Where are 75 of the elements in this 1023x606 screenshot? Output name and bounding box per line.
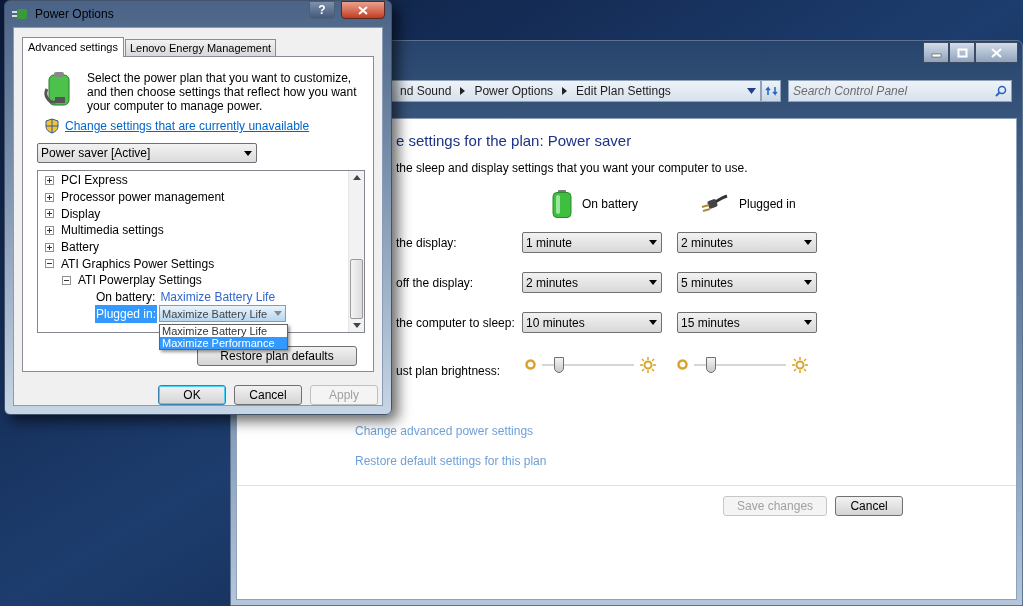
time-dropdown[interactable]: 10 minutes (522, 312, 662, 333)
help-button[interactable]: ? (309, 1, 335, 19)
power-plug-icon (701, 193, 729, 214)
tree-item[interactable]: ATI Graphics Power Settings (61, 254, 215, 273)
slider-thumb[interactable] (554, 356, 565, 373)
page-heading: e settings for the plan: Power saver (396, 131, 633, 151)
setting-label: the display: (396, 234, 458, 252)
dim-sun-icon (525, 359, 536, 370)
dialog-button[interactable]: Cancel (234, 385, 302, 405)
tree-item[interactable]: Processor power management (61, 188, 225, 207)
time-dropdown[interactable]: 2 minutes (677, 232, 817, 253)
search-icon (995, 85, 1007, 97)
scrollbar[interactable] (348, 171, 364, 332)
close-icon (358, 5, 368, 15)
shield-icon (45, 118, 59, 134)
tab[interactable]: Lenovo Energy Management (124, 39, 277, 56)
setting-label: the computer to sleep: (396, 314, 516, 332)
brightness-slider[interactable] (542, 354, 634, 375)
caret-icon (648, 239, 658, 246)
setting-label: ust plan brightness: (396, 362, 502, 380)
power-plug-icon (11, 6, 29, 22)
caret-icon (648, 279, 658, 286)
bright-sun-icon (640, 356, 656, 373)
maximize-icon (956, 47, 968, 58)
close-icon (991, 47, 1002, 58)
dropdown-option[interactable]: Maximize Battery Life (160, 325, 288, 338)
scroll-up-icon (352, 175, 361, 180)
value-dropdown[interactable]: Maximize Battery Life (159, 305, 287, 323)
refresh-icon (764, 85, 778, 97)
setting-label[interactable]: On battery: (95, 288, 157, 307)
tree-item[interactable]: Multimedia settings (61, 221, 164, 240)
tree-item[interactable]: ATI Powerplay Settings (78, 271, 202, 290)
tree-item[interactable]: Battery (61, 238, 99, 257)
tree-item[interactable]: PCI Express (61, 171, 128, 190)
time-dropdown[interactable]: 2 minutes (522, 272, 662, 293)
dim-sun-icon (677, 359, 688, 370)
chevron-icon (562, 87, 568, 95)
footer-button[interactable]: Cancel (835, 495, 904, 516)
setting-value[interactable]: Maximize Battery Life (160, 288, 276, 307)
caret-icon (803, 239, 813, 246)
slider-thumb[interactable] (706, 356, 717, 373)
battery-icon (552, 189, 572, 218)
plan-dropdown[interactable]: Power saver [Active] (37, 143, 257, 163)
breadcrumb-item[interactable]: Edit Plan Settings (576, 82, 671, 100)
breadcrumb-item[interactable]: Power Options (474, 82, 554, 100)
window-title: Power Options (35, 6, 115, 23)
refresh-button[interactable] (761, 80, 781, 102)
settings-link[interactable]: Change settings that are currently unavailable (65, 117, 310, 135)
page-subtitle: the sleep and display settings that you want your computer to use. (396, 159, 749, 177)
tab[interactable]: Advanced settings (22, 37, 124, 57)
restore-defaults-button[interactable]: Restore plan defaults (197, 346, 357, 366)
caret-icon (648, 319, 658, 326)
time-dropdown[interactable]: 1 minute (522, 232, 662, 253)
close-button[interactable] (341, 1, 385, 19)
dialog-button[interactable]: OK (158, 385, 226, 405)
maximize-button[interactable] (949, 42, 975, 63)
setting-label: off the display: (396, 274, 475, 292)
column-heading: On battery (582, 195, 639, 213)
time-dropdown[interactable]: 15 minutes (677, 312, 817, 333)
caret-icon (803, 319, 813, 326)
time-dropdown[interactable]: 5 minutes (677, 272, 817, 293)
chevron-icon (460, 87, 466, 95)
bright-sun-icon (792, 356, 808, 373)
tree-item[interactable]: Display (61, 204, 101, 223)
caret-icon (243, 149, 253, 157)
dropdown-icon (747, 88, 756, 94)
breadcrumb-item[interactable]: nd Sound (400, 82, 452, 100)
close-button[interactable] (975, 42, 1018, 63)
column-heading: Plugged in (739, 195, 796, 213)
search-field[interactable]: Search Control Panel (788, 80, 1012, 102)
caret-icon (273, 310, 284, 318)
caret-icon (803, 279, 813, 286)
scroll-down-icon (352, 323, 361, 328)
brightness-slider[interactable] (694, 354, 786, 375)
minimize-button[interactable] (923, 42, 949, 63)
